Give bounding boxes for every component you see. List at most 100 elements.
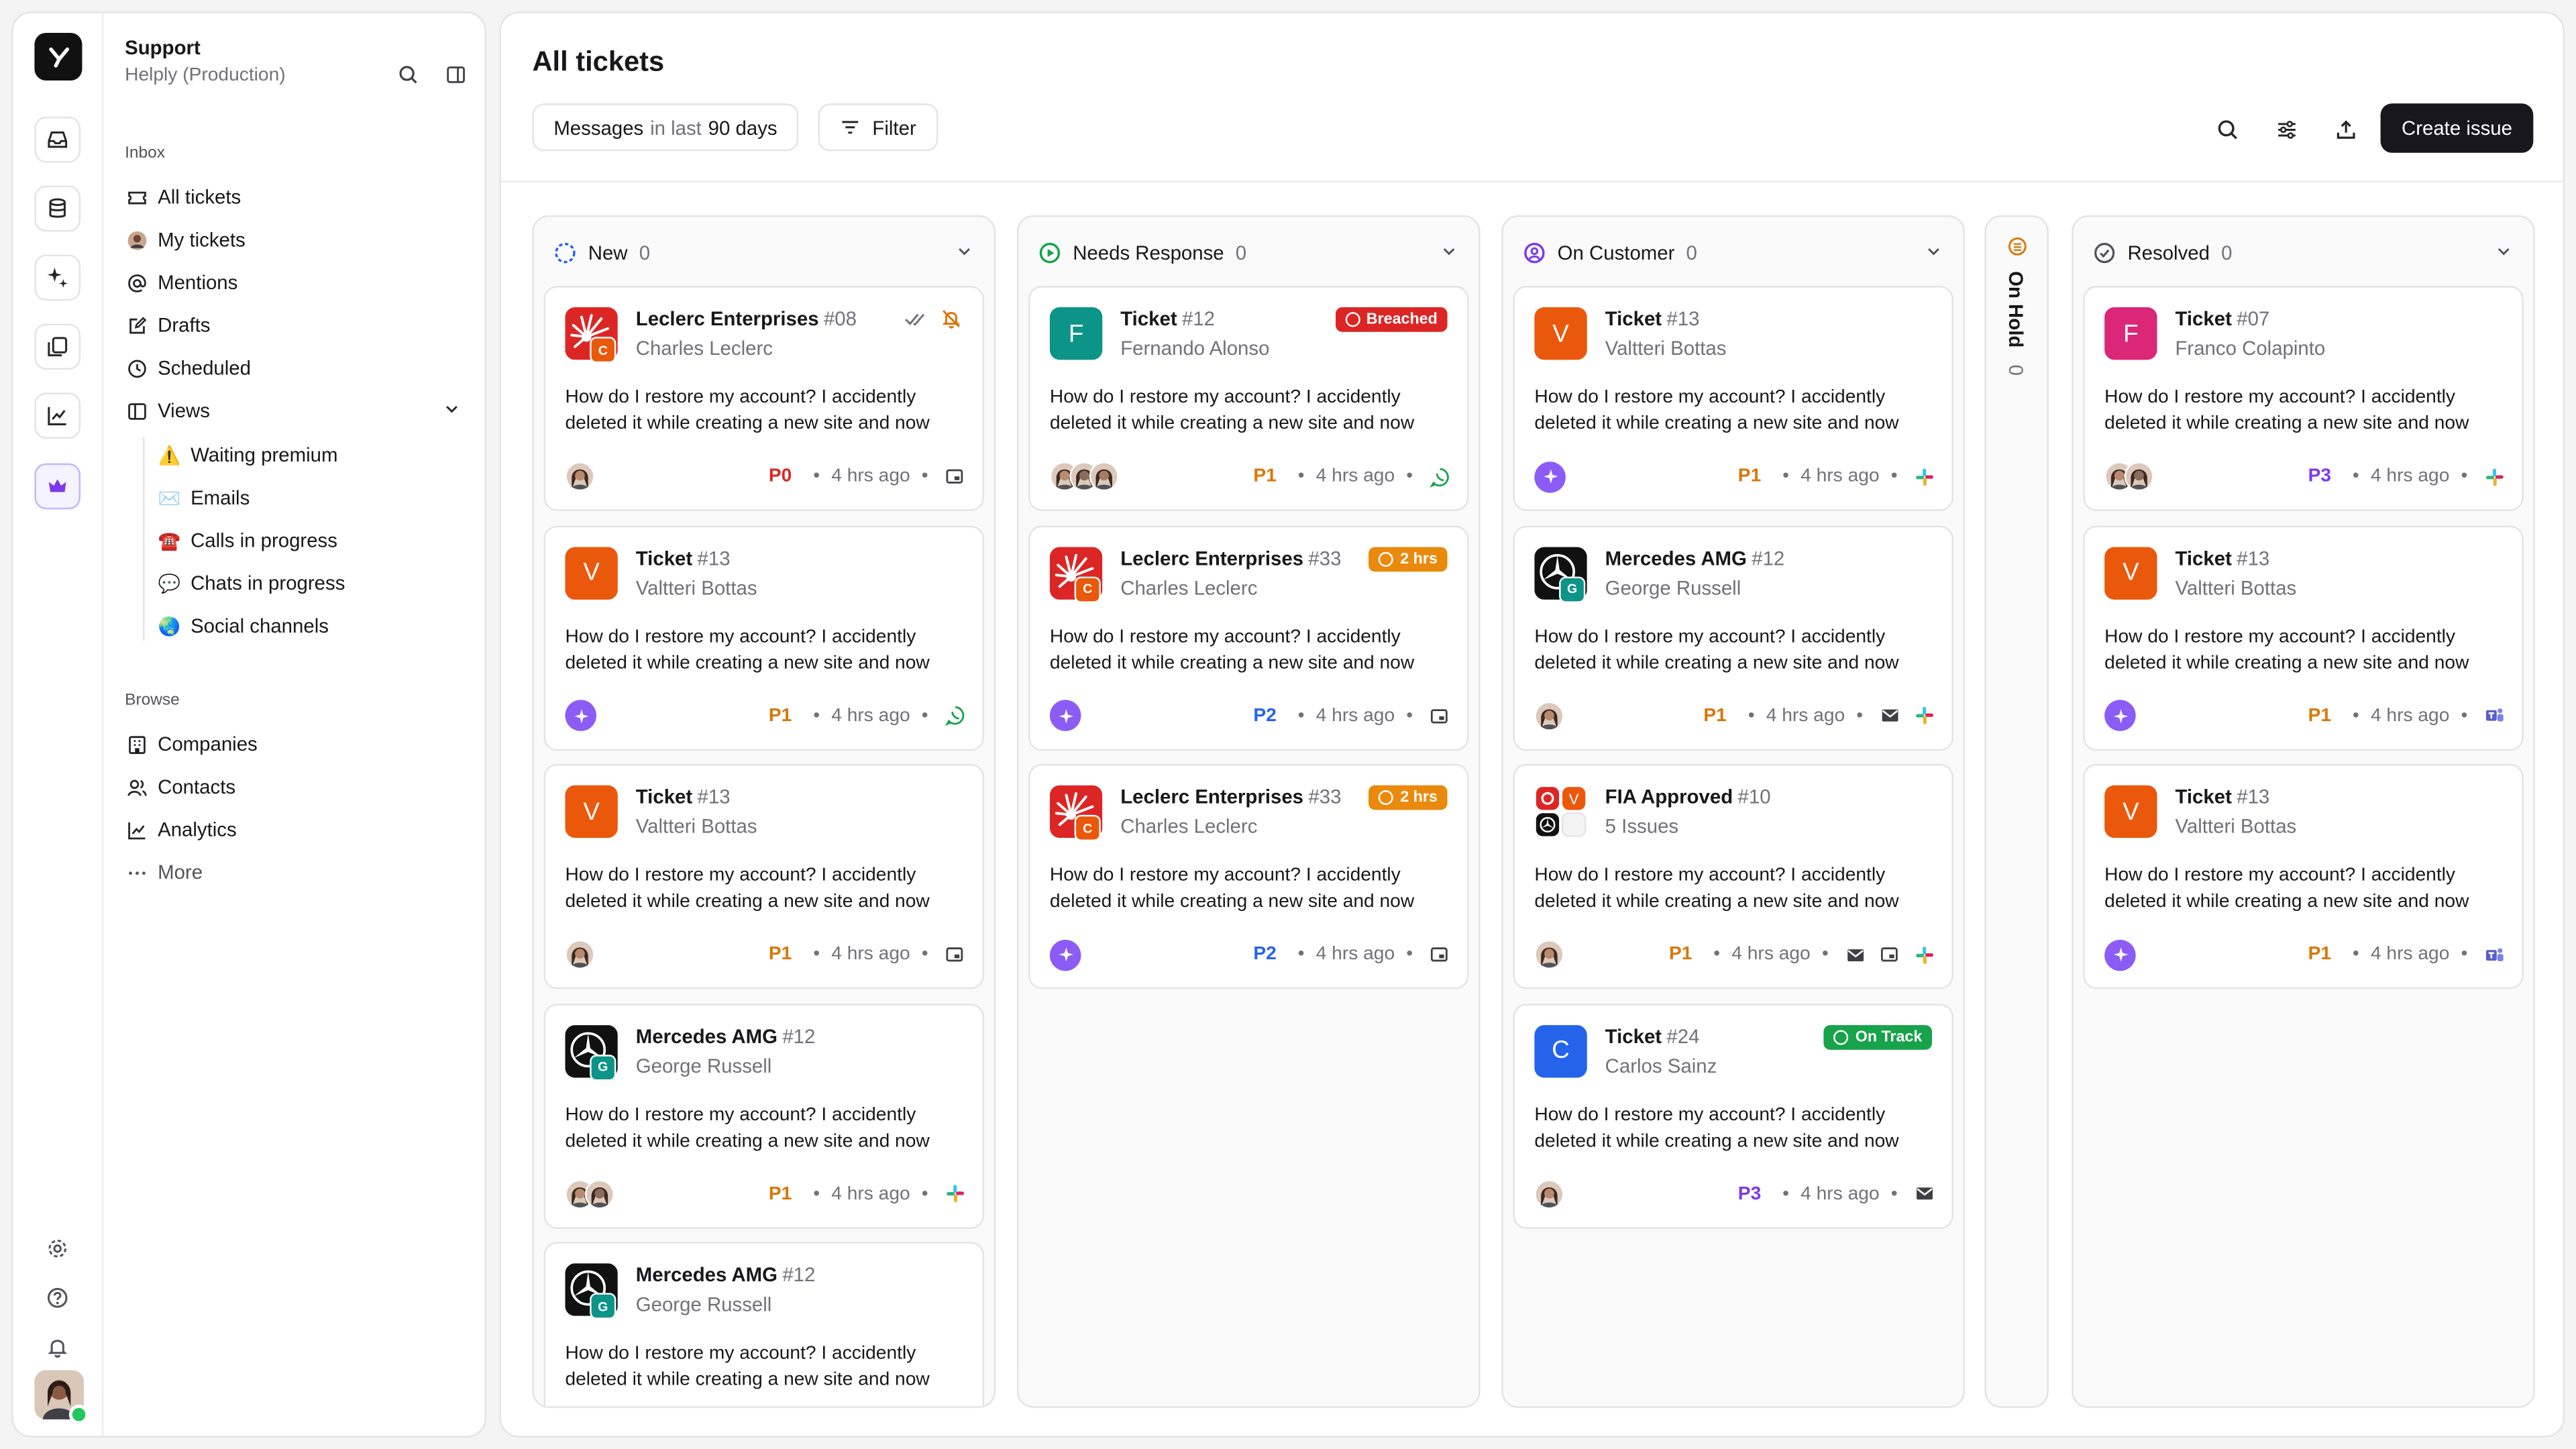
separator-dot: •	[1782, 1183, 1789, 1203]
display-settings-button[interactable]	[2273, 117, 2300, 143]
fia-logo: V	[1534, 786, 1587, 838]
rail-analytics-button[interactable]	[34, 392, 81, 439]
column-on-hold-collapsed[interactable]: On Hold 0	[1984, 215, 2049, 1408]
separator-dot: •	[1406, 705, 1413, 726]
ticket-preview: How do I restore my account? I accidentl…	[2104, 387, 2469, 434]
column-count: 0	[1235, 241, 1247, 265]
assignee-avatar[interactable]	[1534, 700, 1564, 731]
assignee-avatar[interactable]	[565, 939, 595, 969]
contact-mini-avatar: C	[1074, 576, 1101, 602]
bell-off-icon[interactable]	[940, 307, 963, 330]
ticket-card[interactable]: V FIA Approved #10 5 Issues How do I restore…	[1513, 763, 1953, 989]
assignee-avatar[interactable]	[1534, 1179, 1564, 1209]
sidebar-item-companies[interactable]: Companies	[125, 726, 468, 762]
sidebar-search-button[interactable]	[394, 61, 421, 87]
ticket-title: Ticket #07	[2175, 307, 2269, 330]
ticket-card[interactable]: C Leclerc Enterprises #33 Charles Leclerc Ho…	[1028, 763, 1469, 989]
sla-clock-icon	[1344, 312, 1360, 327]
chat-icon	[1428, 943, 1450, 966]
chevron-down-icon[interactable]	[1924, 241, 1943, 261]
sidebar-item-scheduled[interactable]: Scheduled	[125, 350, 468, 386]
ticket-card[interactable]: G Mercedes AMG #12 George Russell How do I r…	[543, 1242, 984, 1407]
priority-label: P1	[2308, 705, 2332, 726]
chevron-down-icon[interactable]	[955, 241, 974, 261]
ticket-footer: P1 • 4 hrs ago •	[2104, 936, 2506, 973]
help-button[interactable]	[41, 1281, 74, 1314]
ticket-card[interactable]: C Leclerc Enterprises #33 Charles Leclerc Ho…	[1028, 525, 1469, 750]
sidebar-item-analytics[interactable]: Analytics	[125, 812, 468, 848]
ticket-number: #13	[697, 785, 731, 808]
ticket-card[interactable]: F Ticket #12 Fernando Alonso How do I restor…	[1028, 286, 1469, 511]
chevron-down-icon[interactable]	[442, 399, 462, 419]
separator-dot: •	[2461, 945, 2468, 965]
priority-label: P3	[2308, 466, 2332, 486]
settings-button[interactable]	[41, 1232, 74, 1265]
view-item-emails[interactable]: ✉️ Emails	[158, 480, 468, 516]
column-header[interactable]: New 0	[553, 237, 974, 270]
ticket-footer: P1 • 4 hrs ago •	[1534, 698, 1935, 734]
chevron-down-icon[interactable]	[2494, 241, 2514, 261]
ticket-title: FIA Approved #10	[1605, 786, 1771, 808]
ticket-card[interactable]: G Mercedes AMG #12 George Russell How do I r…	[543, 1003, 984, 1228]
board-search-button[interactable]	[2214, 117, 2241, 143]
assignee-avatar[interactable]	[565, 462, 595, 492]
view-item-calls[interactable]: ☎️ Calls in progress	[158, 523, 468, 559]
ticket-number: #33	[1308, 546, 1342, 570]
sidebar-toggle-button[interactable]	[442, 61, 468, 87]
assignee-avatar[interactable]	[2124, 462, 2154, 492]
assignee-avatar[interactable]	[1089, 462, 1119, 492]
view-item-social[interactable]: 🌏 Social channels	[158, 608, 468, 644]
chevron-down-icon[interactable]	[1439, 241, 1458, 261]
ticket-card[interactable]: V Ticket #13 Valtteri Bottas How do I restor…	[2083, 525, 2524, 750]
sidebar-item-drafts[interactable]: Drafts	[125, 307, 468, 343]
ai-agent-icon	[2104, 700, 2136, 731]
slack-icon	[2482, 465, 2505, 488]
ticket-card[interactable]: F Ticket #07 Franco Colapinto How do I resto…	[2083, 286, 2524, 511]
rail-database-button[interactable]	[34, 185, 81, 232]
export-button[interactable]	[2333, 117, 2359, 143]
ticket-card[interactable]: V Ticket #13 Valtteri Bottas How do I restor…	[1513, 286, 1953, 511]
ticket-card[interactable]: C Ticket #24 Carlos Sainz How do I restore m…	[1513, 1003, 1953, 1228]
sidebar-item-all-tickets[interactable]: All tickets	[125, 179, 468, 215]
rail-app-button[interactable]	[34, 463, 81, 510]
user-avatar[interactable]	[34, 1370, 89, 1425]
at-icon	[125, 271, 148, 294]
mail-icon	[1913, 1182, 1935, 1205]
assignee-avatar[interactable]	[1534, 939, 1564, 969]
ticket-contact: Charles Leclerc	[1120, 814, 1258, 838]
ticket-card[interactable]: V Ticket #13 Valtteri Bottas How do I restor…	[543, 525, 984, 750]
column-header[interactable]: On Customer 0	[1523, 237, 1943, 270]
date-range-filter[interactable]: Messages in last 90 days	[532, 103, 799, 152]
column-on-customer: On Customer 0 V Ticket #13 Valtteri Bottas How…	[1501, 215, 1966, 1408]
rail-inbox-button[interactable]	[34, 116, 81, 163]
assignee-avatar[interactable]	[584, 1179, 614, 1209]
view-item-waiting-premium[interactable]: ⚠️ Waiting premium	[158, 437, 468, 473]
ticket-company: Mercedes AMG	[635, 1263, 777, 1287]
sidebar-item-mentions[interactable]: Mentions	[125, 264, 468, 301]
ticket-card[interactable]: V Ticket #13 Valtteri Bottas How do I restor…	[543, 763, 984, 989]
sla-badge-label: Breached	[1366, 310, 1438, 329]
column-header[interactable]: Needs Response 0	[1038, 237, 1459, 270]
double-check-icon[interactable]	[904, 307, 926, 330]
ticket-card[interactable]: C Leclerc Enterprises #08 Charles Leclerc Ho…	[543, 286, 984, 511]
column-header[interactable]: Resolved 0	[2093, 237, 2514, 270]
ticket-number: #12	[1752, 546, 1785, 570]
separator-dot: •	[921, 1183, 928, 1203]
view-item-label: Chats in progress	[191, 572, 345, 595]
view-item-chats[interactable]: 💬 Chats in progress	[158, 565, 468, 601]
app-logo[interactable]	[34, 32, 83, 81]
create-issue-button[interactable]: Create issue	[2380, 103, 2534, 153]
filter-button[interactable]: Filter	[818, 103, 938, 152]
ticket-card[interactable]: G Mercedes AMG #12 George Russell How do I r…	[1513, 525, 1953, 750]
notifications-button[interactable]	[41, 1331, 74, 1364]
ticket-card[interactable]: V Ticket #13 Valtteri Bottas How do I restor…	[2083, 763, 2524, 989]
sidebar-item-contacts[interactable]: Contacts	[125, 769, 468, 805]
rail-library-button[interactable]	[34, 323, 81, 370]
sidebar-item-more[interactable]: More	[125, 854, 468, 890]
sidebar-item-my-tickets[interactable]: My tickets	[125, 222, 468, 258]
ticket-preview: How do I restore my account? I accidentl…	[2104, 627, 2469, 673]
ticket-company: Ticket	[635, 785, 693, 808]
rail-ai-button[interactable]	[34, 254, 81, 301]
sidebar-item-views[interactable]: Views	[125, 392, 468, 429]
assignees	[1534, 1179, 1564, 1209]
